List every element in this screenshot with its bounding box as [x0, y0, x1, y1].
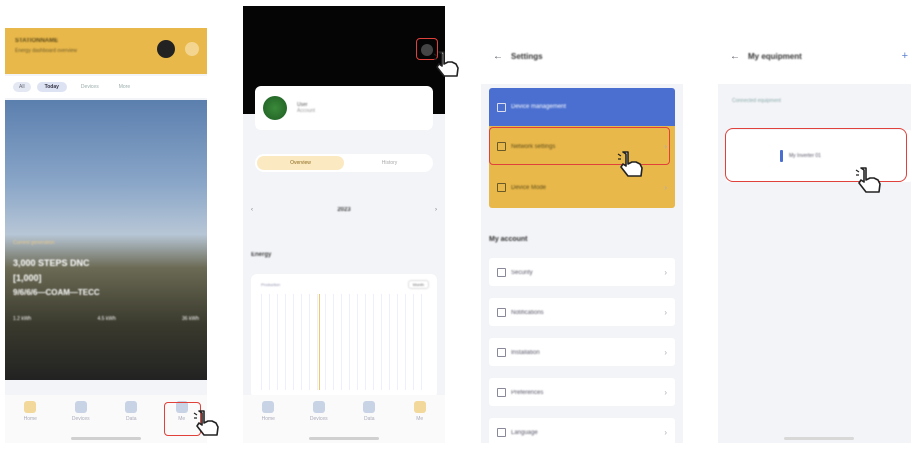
- home-indicator: [784, 437, 854, 440]
- devices-icon: [312, 401, 325, 413]
- home-icon: [24, 401, 37, 413]
- back-arrow-icon[interactable]: ←: [493, 51, 503, 62]
- chevron-right-icon: ›: [664, 347, 667, 357]
- screen-step-4: ← My equipment + Connected equipment My …: [718, 6, 911, 443]
- hero-line-2: [1,000]: [13, 273, 42, 283]
- data-icon: [363, 401, 376, 413]
- date-selector: ‹ 2023 ›: [251, 202, 437, 218]
- section-title: Energy: [251, 252, 272, 258]
- tab-all[interactable]: All: [13, 82, 31, 92]
- segment-history[interactable]: History: [346, 154, 433, 172]
- period-selector[interactable]: Month: [407, 280, 429, 289]
- status-bar: [481, 6, 683, 28]
- tab-devices[interactable]: Devices: [73, 82, 107, 92]
- chevron-right-icon: ›: [664, 267, 667, 277]
- screen-step-2: User Account Overview History ‹ 2023 › E…: [243, 6, 445, 443]
- filter-tabs: All Today Devices More: [5, 76, 207, 98]
- devices-icon: [74, 401, 87, 413]
- settings-list: Security › Notifications › Installation › P…: [481, 258, 683, 443]
- stat-1: 1.2 kWh: [13, 316, 32, 322]
- tab-more[interactable]: More: [113, 82, 136, 92]
- hand-pointer-icon: [433, 51, 459, 77]
- profile-card[interactable]: User Account: [255, 86, 433, 130]
- nav-data[interactable]: Data: [113, 401, 149, 422]
- chart-legend: Production: [261, 282, 281, 287]
- screen-step-1: STATIONNAME Energy dashboard overview Al…: [5, 6, 207, 443]
- avatar[interactable]: [157, 40, 175, 58]
- chart-card: Production Month: [251, 274, 437, 398]
- list-item[interactable]: Notifications ›: [489, 298, 675, 326]
- page-header: ← Settings: [481, 28, 683, 84]
- home-indicator: [71, 437, 141, 440]
- nav-devices[interactable]: Devices: [63, 401, 99, 422]
- chart-bars: [261, 294, 427, 390]
- chevron-right-icon: ›: [664, 183, 667, 192]
- prev-arrow-icon[interactable]: ‹: [251, 207, 253, 213]
- nav-home[interactable]: Home: [12, 401, 48, 422]
- nav-devices[interactable]: Devices: [301, 401, 337, 422]
- segment-overview[interactable]: Overview: [257, 156, 344, 170]
- next-arrow-icon[interactable]: ›: [435, 207, 437, 213]
- settings-gear-icon[interactable]: [185, 42, 199, 56]
- station-subtitle: Energy dashboard overview: [15, 48, 77, 54]
- hand-pointer-icon: [617, 151, 643, 177]
- chevron-right-icon: ›: [664, 387, 667, 397]
- station-title: STATIONNAME: [15, 38, 59, 44]
- status-bar: [718, 6, 911, 28]
- profile-avatar: [263, 96, 287, 120]
- list-item[interactable]: Security ›: [489, 258, 675, 286]
- hero-line-1: 3,000 STEPS DNC: [13, 258, 90, 268]
- home-indicator: [309, 437, 379, 440]
- me-icon: [413, 401, 426, 413]
- app-header: STATIONNAME Energy dashboard overview: [5, 28, 207, 74]
- tab-today[interactable]: Today: [36, 82, 67, 92]
- menu-device-management[interactable]: Device management: [489, 88, 675, 126]
- data-icon: [125, 401, 138, 413]
- back-arrow-icon[interactable]: ←: [730, 51, 740, 62]
- stat-2: 4.5 kWh: [97, 316, 116, 322]
- status-bar: [5, 6, 207, 28]
- list-item[interactable]: Installation ›: [489, 338, 675, 366]
- hero-stats: 1.2 kWh 4.5 kWh 36 kWh: [13, 316, 199, 322]
- chevron-right-icon: ›: [664, 307, 667, 317]
- list-item[interactable]: Preferences ›: [489, 378, 675, 406]
- nav-me[interactable]: Me: [402, 401, 438, 422]
- hero-caption: Current generation: [13, 240, 55, 246]
- hero-line-3: 9/6/6/6—COAM—TECC: [13, 288, 100, 297]
- chevron-right-icon: ›: [664, 427, 667, 437]
- bottom-nav: Home Devices Data Me: [243, 395, 445, 443]
- nav-home[interactable]: Home: [250, 401, 286, 422]
- segment-tabs: Overview History: [255, 154, 433, 172]
- chart-cursor-line: [319, 294, 320, 390]
- list-item[interactable]: Language ›: [489, 418, 675, 443]
- page-title: My equipment: [748, 51, 802, 61]
- breadcrumb: Connected equipment: [732, 98, 781, 104]
- hero-image: Current generation 3,000 STEPS DNC [1,00…: [5, 100, 207, 380]
- profile-sub: Account: [297, 108, 316, 114]
- stat-3: 36 kWh: [182, 316, 199, 322]
- section-title: My account: [489, 236, 528, 243]
- date-label[interactable]: 2023: [337, 207, 350, 213]
- hand-pointer-icon: [193, 410, 219, 436]
- page-header: ← My equipment +: [718, 28, 911, 84]
- plus-icon[interactable]: +: [902, 50, 908, 62]
- nav-data[interactable]: Data: [351, 401, 387, 422]
- page-title: Settings: [511, 51, 543, 61]
- home-icon: [262, 401, 275, 413]
- screen-step-3: ← Settings Device management Network set…: [481, 6, 683, 443]
- hand-pointer-icon: [855, 167, 881, 193]
